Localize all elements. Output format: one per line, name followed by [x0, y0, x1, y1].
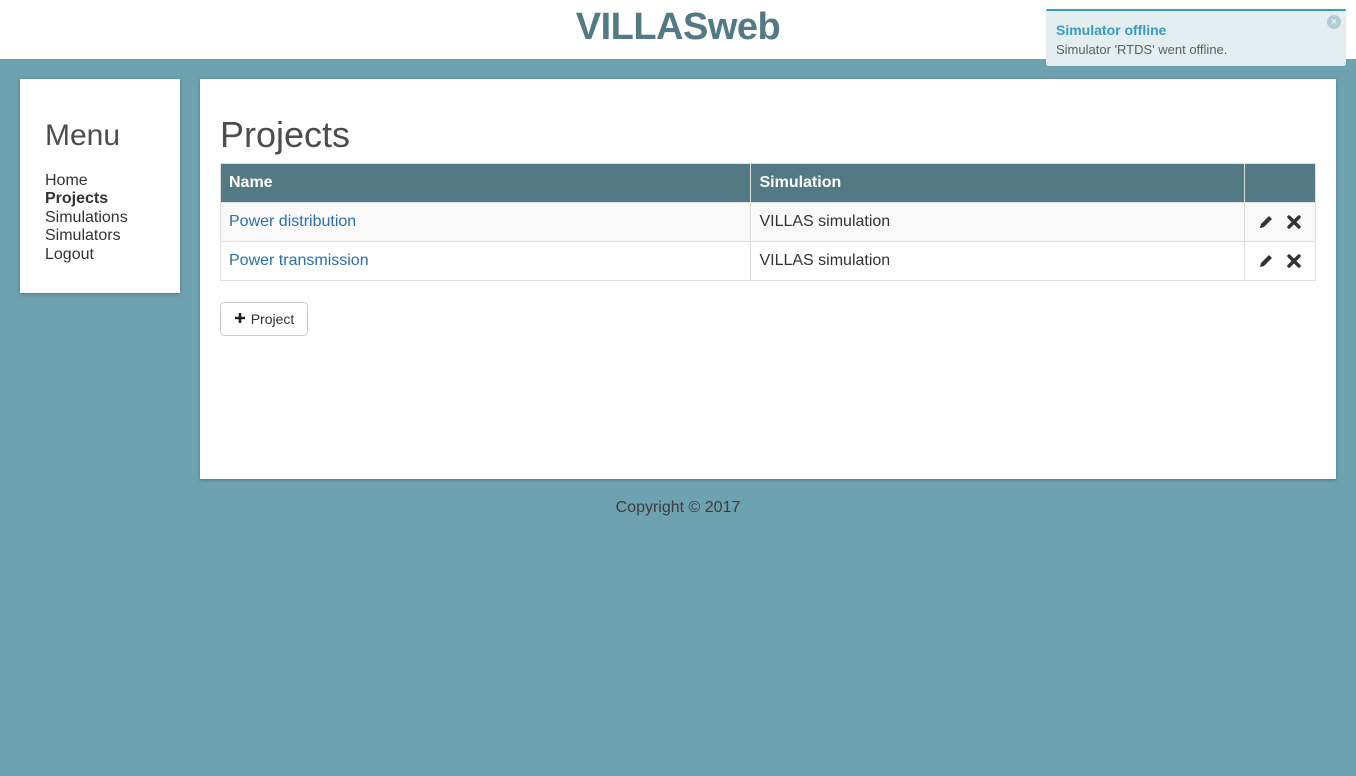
project-name-cell: Power distribution: [219, 202, 752, 242]
project-name-cell: Power transmission: [219, 241, 752, 281]
sidebar-item-projects[interactable]: Projects: [45, 190, 128, 208]
project-link[interactable]: Power distribution: [229, 213, 356, 230]
notification-toast[interactable]: Simulator offline Simulator 'RTDS' went …: [1046, 9, 1346, 66]
sidebar-item-logout[interactable]: Logout: [45, 246, 128, 264]
simulation-cell: VILLAS simulation: [750, 241, 1245, 281]
projects-table: Name Simulation Power distribution VILLA…: [219, 163, 1317, 281]
row-actions: [1243, 241, 1317, 281]
table-row: Power transmission VILLAS simulation: [219, 241, 1317, 281]
menu-list: Home Projects Simulations Simulators Log…: [45, 172, 128, 264]
sidebar-item-simulations[interactable]: Simulations: [45, 209, 128, 227]
times-icon[interactable]: [1285, 252, 1303, 270]
footer-copyright: Copyright © 2017: [615, 499, 741, 516]
table-header-row: Name Simulation: [219, 163, 1317, 203]
close-icon[interactable]: ×: [1327, 15, 1341, 29]
column-header-actions: [1243, 163, 1317, 203]
column-header-simulation[interactable]: Simulation: [750, 163, 1245, 203]
notification-message: Simulator 'RTDS' went offline.: [1056, 42, 1228, 57]
add-project-label: Project: [250, 311, 295, 327]
page-title: Projects: [220, 114, 351, 155]
sidebar-item-simulators[interactable]: Simulators: [45, 227, 128, 245]
pencil-icon[interactable]: [1257, 213, 1275, 231]
row-actions: [1243, 202, 1317, 242]
main-content: Projects Name Simulation Power distribut…: [200, 79, 1336, 479]
add-project-button[interactable]: Project: [220, 302, 308, 336]
column-header-name[interactable]: Name: [219, 163, 752, 203]
project-link[interactable]: Power transmission: [229, 252, 369, 269]
times-icon[interactable]: [1285, 213, 1303, 231]
sidebar-item-home[interactable]: Home: [45, 172, 128, 190]
menu-title: Menu: [45, 119, 121, 152]
table-row: Power distribution VILLAS simulation: [219, 202, 1317, 242]
notification-title: Simulator offline: [1056, 22, 1167, 38]
sidebar-menu: Menu Home Projects Simulations Simulator…: [20, 79, 180, 293]
pencil-icon[interactable]: [1257, 252, 1275, 270]
simulation-cell: VILLAS simulation: [750, 202, 1245, 242]
plus-icon: [234, 311, 246, 327]
